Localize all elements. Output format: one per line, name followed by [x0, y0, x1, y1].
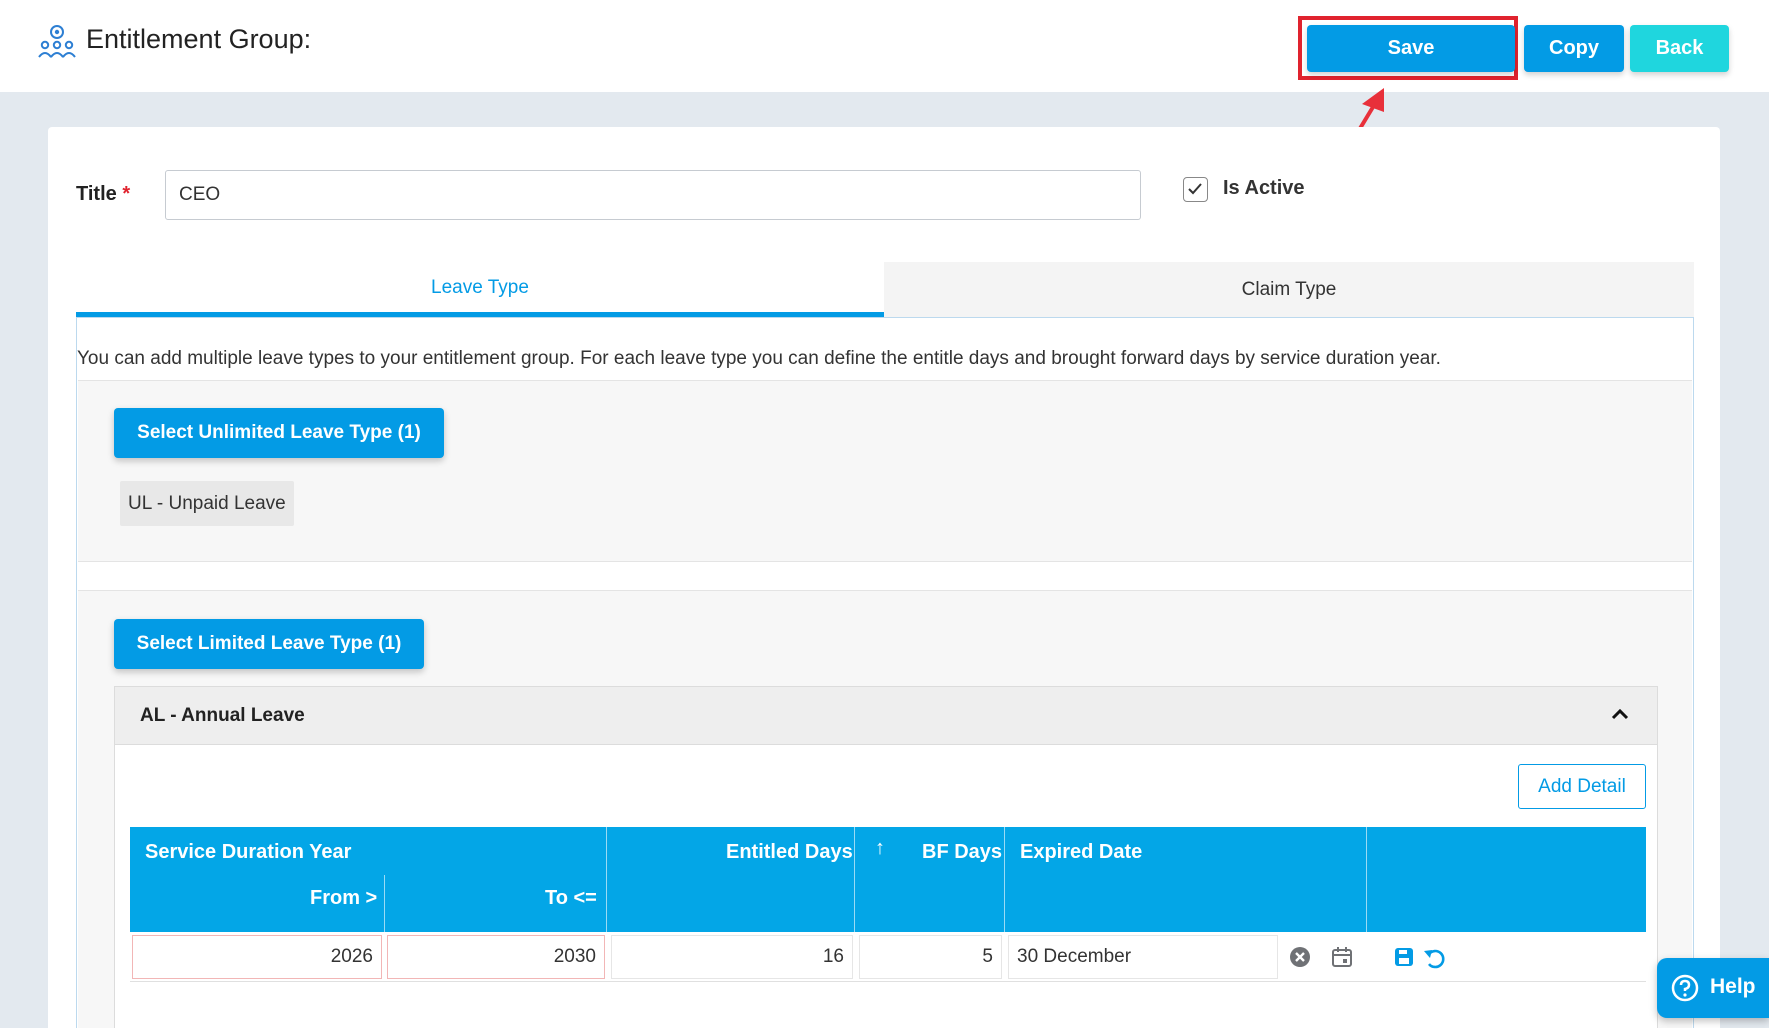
chevron-up-icon[interactable]	[1611, 708, 1629, 720]
from-cell[interactable]: 2026	[132, 935, 382, 979]
title-input[interactable]	[165, 170, 1141, 220]
annual-leave-accordion: AL - Annual Leave Add Detail Service Dur…	[114, 686, 1658, 1028]
calendar-icon[interactable]	[1330, 945, 1354, 969]
add-detail-button[interactable]: Add Detail	[1518, 764, 1646, 809]
check-icon	[1188, 183, 1202, 195]
expired-date-cell[interactable]: 30 December	[1008, 935, 1278, 979]
select-limited-leave-button[interactable]: Select Limited Leave Type (1)	[114, 619, 424, 669]
to-cell[interactable]: 2030	[387, 935, 605, 979]
limited-leave-section: Select Limited Leave Type (1) AL - Annua…	[78, 590, 1692, 1028]
title-label: Title *	[76, 183, 131, 205]
leave-type-panel: You can add multiple leave types to your…	[76, 317, 1694, 1028]
back-button[interactable]: Back	[1630, 25, 1729, 72]
save-button[interactable]: Save	[1307, 25, 1515, 72]
entitlement-group-icon	[38, 24, 76, 58]
tab-leave-type[interactable]: Leave Type	[76, 262, 884, 317]
entitled-days-cell[interactable]: 16	[611, 935, 853, 979]
help-circle-icon	[1671, 974, 1699, 1002]
table-row: 2026 2030 16 5 30 December	[130, 932, 1646, 982]
accordion-title: AL - Annual Leave	[140, 705, 305, 726]
col-expired-date[interactable]: Expired Date	[1020, 841, 1142, 864]
leave-type-description: You can add multiple leave types to your…	[77, 348, 1441, 369]
unlimited-leave-section: Select Unlimited Leave Type (1) UL - Unp…	[78, 380, 1692, 562]
col-bf-days[interactable]: BF Days	[922, 841, 1002, 864]
detail-table-header: Service Duration Year From > To <= Entit…	[130, 827, 1646, 932]
clear-circle-icon[interactable]	[1288, 945, 1312, 969]
col-to[interactable]: To <=	[545, 887, 597, 910]
help-button[interactable]: Help	[1657, 958, 1769, 1018]
select-unlimited-leave-button[interactable]: Select Unlimited Leave Type (1)	[114, 408, 444, 458]
help-label: Help	[1710, 975, 1756, 998]
bf-days-cell[interactable]: 5	[859, 935, 1002, 979]
undo-icon[interactable]	[1422, 945, 1446, 969]
col-service-duration-year: Service Duration Year	[145, 841, 352, 863]
tab-claim-type[interactable]: Claim Type	[884, 262, 1694, 317]
col-entitled-days[interactable]: Entitled Days	[726, 841, 853, 864]
save-disk-icon[interactable]	[1392, 945, 1416, 969]
unlimited-leave-item: UL - Unpaid Leave	[120, 481, 294, 526]
col-from[interactable]: From >	[310, 887, 377, 910]
accordion-header[interactable]: AL - Annual Leave	[115, 687, 1657, 745]
is-active-label: Is Active	[1223, 177, 1305, 199]
copy-button[interactable]: Copy	[1524, 25, 1624, 72]
sort-arrow-icon[interactable]: ↑	[875, 837, 885, 860]
is-active-checkbox[interactable]	[1183, 177, 1208, 202]
tab-bar: Leave Type Claim Type	[76, 262, 1694, 317]
page-title: Entitlement Group:	[86, 24, 312, 54]
